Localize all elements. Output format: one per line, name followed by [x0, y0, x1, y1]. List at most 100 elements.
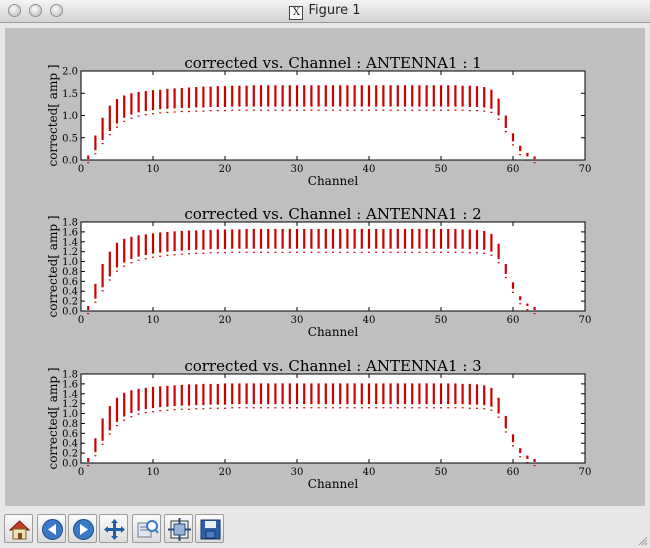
data-point-outlier — [440, 407, 442, 409]
y-tick-label: 0.8 — [62, 419, 78, 430]
forward-button[interactable] — [68, 514, 97, 543]
data-point-outlier — [296, 251, 298, 253]
data-point-outlier — [504, 431, 507, 433]
data-point-outlier — [404, 251, 406, 253]
data-point-outlier — [425, 109, 428, 111]
data-point-outlier — [224, 110, 226, 112]
data-point-outlier — [432, 407, 435, 409]
navigation-toolbar — [0, 510, 650, 548]
y-tick-label: 0.2 — [62, 297, 78, 308]
data-point-outlier — [353, 407, 356, 409]
data-point-outlier — [144, 412, 147, 414]
data-point-outlier — [116, 126, 118, 128]
data-point-outlier — [382, 109, 385, 111]
data-point-outlier — [180, 253, 183, 255]
data-point-outlier — [159, 410, 162, 412]
data-point-outlier — [324, 109, 327, 111]
data-point-outlier — [152, 411, 154, 413]
zoom-button[interactable] — [132, 514, 161, 543]
x-tick-label: 0 — [78, 164, 84, 175]
data-point-outlier — [368, 251, 370, 253]
data-point-outlier — [216, 110, 219, 112]
resize-grip-icon[interactable] — [636, 534, 648, 546]
data-point-outlier — [461, 251, 464, 253]
data-point-outlier — [468, 252, 471, 254]
data-point-outlier — [447, 251, 450, 253]
data-point-outlier — [101, 290, 104, 292]
axes-background — [81, 71, 585, 160]
data-point-outlier — [123, 419, 126, 421]
subplot-3: 0 10 20 30 40 50 60 700.00.20.40.60.81.01.21.41… — [46, 357, 591, 491]
data-point-outlier — [533, 313, 536, 315]
data-point-outlier — [468, 407, 471, 409]
data-point-outlier — [368, 407, 370, 409]
pan-button[interactable] — [99, 514, 128, 543]
y-tick-label: 2.0 — [62, 67, 78, 78]
data-point-outlier — [512, 445, 514, 447]
data-point-outlier — [411, 251, 414, 253]
data-point-outlier — [116, 270, 118, 272]
data-point-outlier — [202, 110, 205, 112]
data-point-outlier — [144, 258, 147, 260]
data-point-outlier — [166, 409, 169, 411]
y-tick-label: 1.4 — [62, 237, 78, 248]
data-point-outlier — [389, 109, 392, 111]
data-point-outlier — [447, 407, 450, 409]
zoom-rect-icon — [137, 520, 159, 538]
data-point-outlier — [209, 407, 212, 409]
data-point-outlier — [231, 109, 234, 111]
y-tick-label: 1.2 — [62, 399, 78, 410]
data-point-outlier — [123, 265, 126, 267]
save-button[interactable] — [195, 514, 224, 543]
title-bar[interactable]: X Figure 1 — [0, 0, 650, 23]
data-point-outlier — [425, 407, 428, 409]
data-point-outlier — [418, 407, 421, 409]
data-point-outlier — [231, 251, 234, 253]
y-tick-label: 0.0 — [62, 459, 78, 470]
data-point-outlier — [224, 407, 226, 409]
data-point-outlier — [87, 465, 90, 467]
data-point-outlier — [152, 113, 154, 115]
data-point-outlier — [252, 251, 255, 253]
subplot-1: 0 10 20 30 40 50 60 70 0.0 0.5 1.0 1.5 2.0 corrected … — [46, 54, 591, 188]
x-tick-label: 70 — [579, 467, 592, 478]
data-point-outlier — [159, 255, 162, 257]
data-point-outlier — [108, 134, 111, 136]
data-point-outlier — [137, 115, 140, 117]
data-point-outlier — [173, 111, 176, 113]
data-point-outlier — [188, 253, 190, 255]
data-point-outlier — [425, 251, 428, 253]
data-point-outlier — [87, 313, 90, 315]
back-button[interactable] — [37, 514, 66, 543]
data-point-outlier — [238, 407, 241, 409]
data-point-outlier — [396, 109, 399, 111]
back-arrow-icon — [42, 519, 63, 540]
x-tick-label: 10 — [147, 164, 160, 175]
y-tick-label: 0.8 — [62, 267, 78, 278]
y-tick-label: 1.6 — [62, 227, 78, 238]
data-point-outlier — [202, 252, 205, 254]
data-point-outlier — [238, 251, 241, 253]
y-tick-label: 0.6 — [62, 429, 78, 440]
y-tick-label: 0.4 — [62, 439, 78, 450]
data-point-outlier — [296, 407, 298, 409]
data-point-outlier — [224, 252, 226, 254]
y-tick-label: 1.4 — [62, 389, 78, 400]
figure-canvas[interactable]: 0 10 20 30 40 50 60 70 0.0 0.5 1.0 1.5 2.0 corrected … — [5, 28, 645, 506]
data-point-outlier — [288, 109, 291, 111]
data-point-outlier — [274, 251, 277, 253]
x11-icon: X — [289, 6, 304, 20]
x-tick-label: 20 — [219, 467, 232, 478]
y-tick-label: 1.8 — [62, 218, 78, 229]
data-point-outlier — [396, 251, 399, 253]
data-point-outlier — [476, 110, 478, 112]
data-point-outlier — [353, 109, 356, 111]
data-point-outlier — [476, 407, 478, 409]
home-button[interactable] — [4, 514, 33, 543]
plots-svg: 0 10 20 30 40 50 60 70 0.0 0.5 1.0 1.5 2.0 corrected … — [46, 54, 591, 491]
configure-subplots-button[interactable] — [164, 514, 193, 543]
data-point-outlier — [296, 109, 298, 111]
y-tick-label: 0.6 — [62, 277, 78, 288]
x-tick-label: 70 — [579, 164, 592, 175]
data-point-outlier — [188, 408, 190, 410]
